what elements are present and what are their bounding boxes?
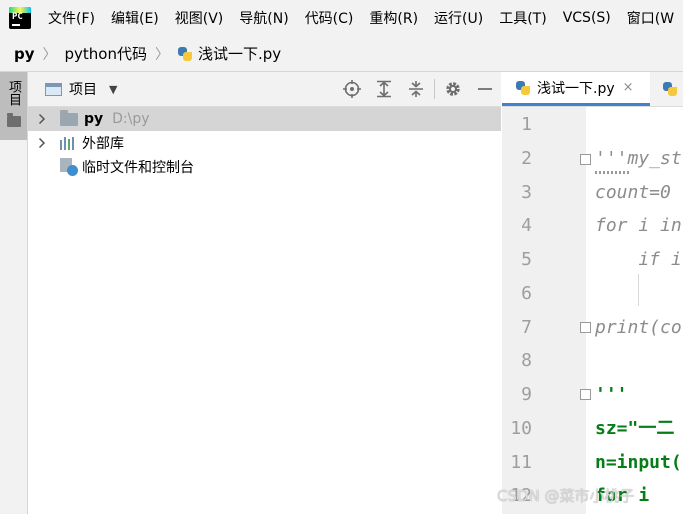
line-number: 7 — [521, 317, 532, 338]
python-file-icon — [515, 80, 531, 96]
menu-bar: PC 文件(F) 编辑(E) 视图(V) 导航(N) 代码(C) 重构(R) 运… — [0, 0, 683, 36]
menu-window[interactable]: 窗口(W — [619, 8, 682, 28]
breadcrumb-file[interactable]: 浅试一下.py — [198, 43, 281, 64]
tree-row-scratches[interactable]: 临时文件和控制台 — [28, 155, 501, 179]
breadcrumb-folder[interactable]: python代码 — [65, 43, 147, 64]
line-number: 6 — [521, 283, 532, 304]
tree-row-external-libraries[interactable]: 外部库 — [28, 131, 501, 155]
code-line[interactable]: if i — [595, 249, 681, 271]
chevron-right-icon: 〉 — [42, 46, 57, 63]
line-number: 3 — [521, 182, 532, 203]
folder-icon — [7, 113, 21, 127]
project-panel-header: 项目 ▼ — [28, 72, 501, 107]
fold-marker-icon[interactable] — [580, 154, 591, 165]
breadcrumb-root[interactable]: py — [14, 45, 35, 63]
line-number: 10 — [510, 418, 532, 439]
project-tool-tab[interactable]: 项目 — [0, 72, 27, 140]
tree-row-root[interactable]: py D:\py — [28, 107, 501, 131]
close-icon[interactable]: × — [623, 80, 634, 95]
indent-guide — [638, 274, 639, 306]
menu-tools[interactable]: 工具(T) — [491, 8, 554, 28]
line-number: 11 — [510, 452, 532, 473]
folder-icon — [60, 109, 78, 126]
code-line[interactable]: n=input( — [595, 452, 682, 474]
chevron-right-icon[interactable] — [36, 113, 48, 125]
menu-vcs[interactable]: VCS(S) — [555, 10, 619, 26]
editor-tab-label: 浅试一下.py — [537, 80, 615, 97]
python-file-icon — [177, 46, 193, 62]
project-tree: py D:\py 外部库 临时文件和控制台 — [28, 107, 501, 514]
minimize-icon[interactable] — [469, 72, 501, 106]
menu-run[interactable]: 运行(U) — [426, 8, 491, 28]
code-line[interactable]: sz="一二 — [595, 418, 674, 440]
spell-check-squiggle — [595, 171, 631, 174]
menu-file[interactable]: 文件(F) — [40, 8, 103, 28]
chevron-right-icon[interactable] — [36, 137, 48, 149]
menu-view[interactable]: 视图(V) — [167, 8, 232, 28]
code-line[interactable]: print(co — [595, 317, 682, 339]
code-line[interactable]: for i in — [595, 215, 682, 237]
toolbar-divider — [434, 79, 435, 99]
project-panel-title[interactable]: 项目 — [69, 79, 97, 99]
project-tool-tab-label: 项目 — [6, 80, 21, 106]
expand-all-icon[interactable] — [368, 72, 400, 106]
tree-root-name: py — [84, 111, 104, 127]
code-line[interactable]: '''my_st — [595, 148, 682, 170]
fold-marker-icon[interactable] — [580, 389, 591, 400]
menu-edit[interactable]: 编辑(E) — [103, 8, 167, 28]
library-icon — [60, 136, 76, 150]
left-tool-strip: 项目 — [0, 72, 28, 514]
watermark: CSDN @菜市小桃子 — [497, 487, 635, 505]
breadcrumb: py 〉 python代码 〉 浅试一下.py — [0, 36, 683, 72]
tree-root-path: D:\py — [112, 111, 150, 127]
menu-refactor[interactable]: 重构(R) — [361, 8, 426, 28]
collapse-all-icon[interactable] — [400, 72, 432, 106]
code-line[interactable]: ''' — [595, 384, 628, 406]
tree-scratches-label: 临时文件和控制台 — [82, 160, 194, 176]
line-number: 1 — [521, 114, 532, 135]
python-file-icon[interactable] — [662, 81, 678, 97]
line-number: 2 — [521, 148, 532, 169]
code-line[interactable]: count=0 — [595, 182, 671, 204]
project-view-icon — [45, 82, 62, 96]
line-number: 5 — [521, 249, 532, 270]
menu-code[interactable]: 代码(C) — [297, 8, 362, 28]
menu-navigate[interactable]: 导航(N) — [231, 8, 296, 28]
chevron-right-icon: 〉 — [155, 46, 169, 63]
line-number: 8 — [521, 350, 532, 371]
fold-marker-icon[interactable] — [580, 322, 591, 333]
line-number: 9 — [521, 384, 532, 405]
tree-external-libraries-label: 外部库 — [82, 136, 124, 152]
editor-tab-active[interactable]: 浅试一下.py × — [502, 72, 650, 106]
editor-tab-bar: 浅试一下.py × — [502, 72, 683, 107]
chevron-down-icon[interactable]: ▼ — [109, 83, 117, 96]
gear-icon[interactable] — [437, 72, 469, 106]
locate-crosshair-icon[interactable] — [336, 72, 368, 106]
pycharm-logo-icon: PC — [9, 7, 31, 29]
scratch-console-icon — [60, 158, 78, 176]
line-number: 4 — [521, 215, 532, 236]
